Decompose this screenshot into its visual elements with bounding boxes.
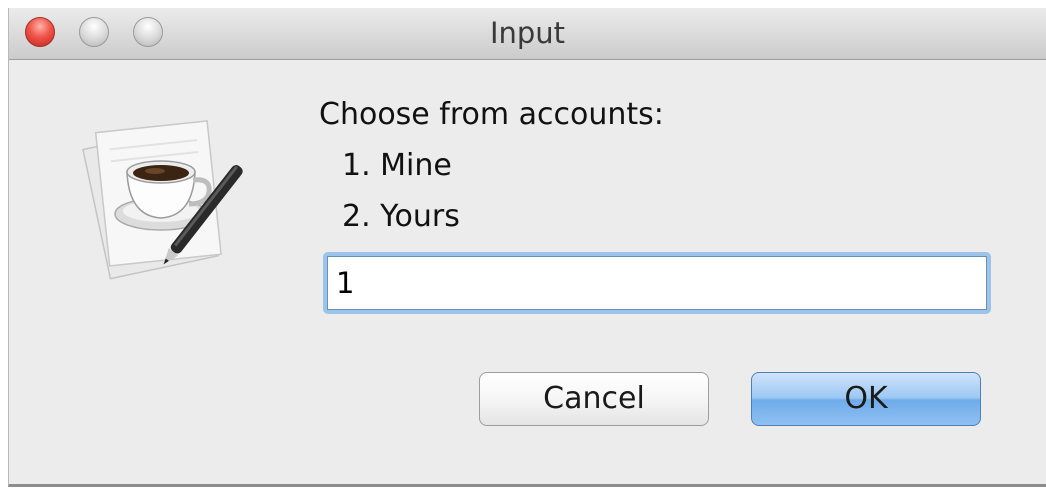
dialog-prompt: Choose from accounts: [319,97,664,132]
input-focus-ring [323,252,991,314]
cancel-button[interactable]: Cancel [479,372,709,426]
input-dialog-window: Input Choose from accounts: 1. Mine 2. Y… [8,8,1046,487]
window-title: Input [489,16,566,50]
ok-button[interactable]: OK [751,372,981,426]
option-item-yours: 2. Yours [342,199,460,234]
title-bar[interactable]: Input [9,8,1046,60]
account-choice-input[interactable] [327,256,987,310]
option-item-mine: 1. Mine [342,148,452,183]
java-coffee-cup-icon [73,104,253,284]
